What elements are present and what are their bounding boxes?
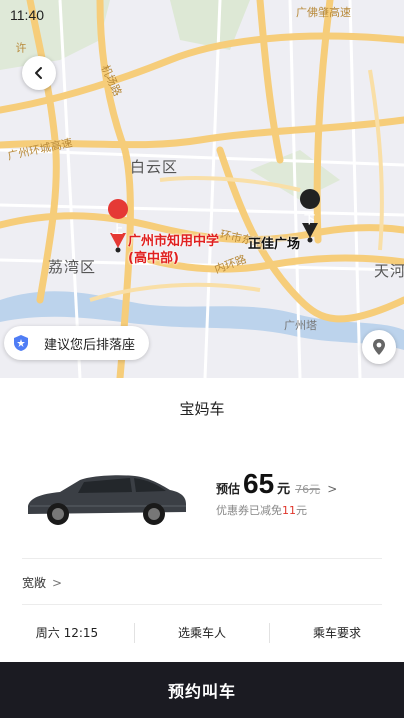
price-line[interactable]: 预估 65 元 76元 > bbox=[216, 468, 337, 500]
discount-unit: 元 bbox=[296, 504, 307, 517]
comfort-level-label: 宽敞 bbox=[22, 576, 47, 590]
dropoff-location-label[interactable]: 正佳广场 bbox=[248, 233, 300, 252]
shield-icon bbox=[8, 330, 34, 356]
pickup-name-line2: (高中部) bbox=[128, 251, 179, 266]
back-button[interactable] bbox=[22, 56, 56, 90]
poi-label-canton-tower: 广州塔 bbox=[284, 319, 317, 332]
road-label-guangfo: 广佛肇高速 bbox=[296, 6, 351, 19]
pickup-name-line1: 广州市知用中学 bbox=[128, 234, 220, 249]
locate-button[interactable] bbox=[362, 330, 396, 364]
dropoff-marker-char: 下 bbox=[304, 213, 315, 226]
booking-options: 周六 12:15 选乘车人 乘车要求 bbox=[0, 618, 404, 648]
book-ride-button[interactable]: 预约叫车 bbox=[0, 662, 404, 718]
select-passenger-option[interactable]: 选乘车人 bbox=[135, 618, 269, 648]
price-detail-arrow-icon: > bbox=[327, 482, 338, 496]
divider bbox=[22, 558, 382, 559]
comfort-level-arrow-icon: > bbox=[52, 575, 63, 590]
discount-amount: 11 bbox=[282, 504, 296, 517]
price-info[interactable]: 预估 65 元 76元 > 优惠券已减免11元 bbox=[216, 468, 337, 518]
original-price: 76元 bbox=[295, 483, 321, 496]
divider bbox=[22, 604, 382, 605]
price-unit: 元 bbox=[277, 482, 291, 497]
car-option-row[interactable]: 预估 65 元 76元 > 优惠券已减免11元 bbox=[0, 438, 404, 548]
chevron-left-icon bbox=[35, 67, 42, 79]
suggest-seat-text: 建议您后排落座 bbox=[44, 337, 136, 353]
location-pin-icon bbox=[373, 339, 385, 355]
pickup-marker-char: 上 bbox=[112, 223, 123, 236]
pickup-location-label[interactable]: 广州市知用中学 (高中部) bbox=[128, 233, 219, 267]
comfort-level-row[interactable]: 宽敞 > bbox=[22, 574, 62, 591]
booking-panel: 宝妈车 预估 65 元 76元 > 优惠券已减免11元 宽敞 > 周六 12:1… bbox=[0, 378, 404, 718]
map-canvas bbox=[0, 0, 404, 378]
status-bar-time: 11:40 bbox=[10, 7, 44, 23]
district-label-baiyun: 白云区 bbox=[130, 158, 179, 176]
car-type-title: 宝妈车 bbox=[179, 400, 225, 418]
ride-requirements-option[interactable]: 乘车要求 bbox=[270, 618, 404, 648]
district-label-tianhe: 天河 bbox=[374, 262, 404, 280]
pickup-time-option[interactable]: 周六 12:15 bbox=[0, 618, 134, 648]
price-value: 65 bbox=[243, 468, 275, 499]
district-label-liwan: 荔湾区 bbox=[48, 258, 97, 276]
road-label-xu: 许 bbox=[14, 42, 27, 53]
suggest-seat-chip[interactable]: 建议您后排落座 bbox=[4, 326, 150, 360]
price-prefix: 预估 bbox=[216, 482, 241, 496]
car-image bbox=[28, 475, 186, 525]
map-view[interactable]: 11:40 广佛肇高速 许 机场路 广州环城高速 环市东路 内环路 白云区 荔湾… bbox=[0, 0, 404, 378]
discount-label: 优惠券已减免 bbox=[216, 504, 282, 517]
discount-text: 优惠券已减免11元 bbox=[216, 502, 337, 518]
